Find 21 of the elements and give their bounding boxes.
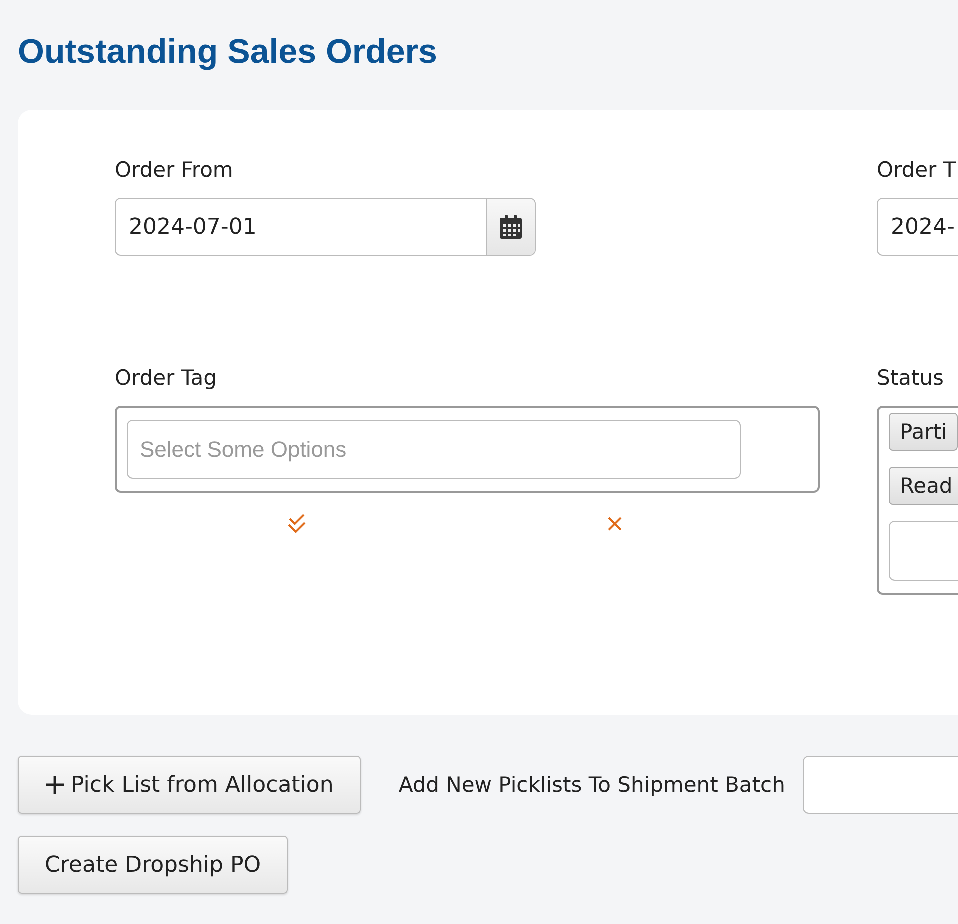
calendar-button[interactable] [486, 199, 535, 255]
create-dropship-button[interactable]: Create Dropship PO [18, 836, 288, 894]
field-label: Order T [877, 157, 956, 184]
page-title: Outstanding Sales Orders [18, 32, 438, 73]
field-label: Order Tag [115, 365, 217, 392]
multiselect-field[interactable]: Parti Read [877, 406, 958, 595]
plus-icon [45, 775, 65, 795]
date-field[interactable]: 2024- [877, 198, 958, 256]
field-label: Status [877, 365, 944, 392]
multiselect-field[interactable]: Select Some Options [115, 406, 820, 493]
selected-chip[interactable]: Parti [889, 413, 958, 451]
field-label: Order From [115, 157, 234, 184]
batch-input[interactable] [803, 756, 958, 814]
option-search-input[interactable]: Select Some Options [127, 420, 741, 479]
pick-list-button[interactable]: Pick List from Allocation [18, 756, 361, 814]
double-check-icon[interactable] [286, 513, 308, 535]
close-icon[interactable] [606, 515, 624, 533]
selected-chip[interactable]: Read [889, 467, 958, 505]
calendar-icon [500, 215, 522, 239]
batch-label: Add New Picklists To Shipment Batch [398, 773, 786, 797]
date-field[interactable]: 2024-07-01 [115, 198, 536, 256]
